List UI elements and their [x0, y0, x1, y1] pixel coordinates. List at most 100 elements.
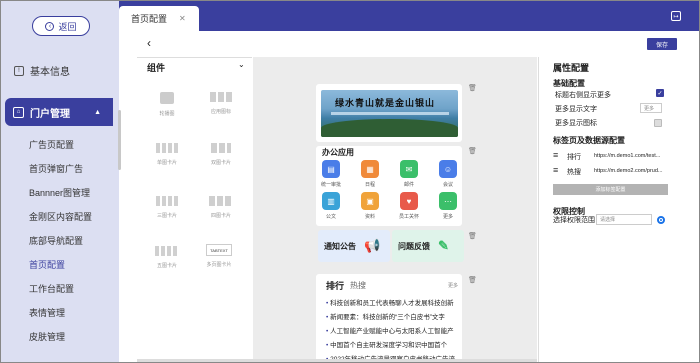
- sidebar-subitem[interactable]: 工作台配置: [29, 283, 92, 307]
- sidebar-scrollbar[interactable]: [118, 110, 121, 170]
- sidebar-subitem-active[interactable]: 首页配置: [29, 259, 92, 283]
- app-more[interactable]: ⋯ 更多: [433, 192, 463, 220]
- news-tab-hot[interactable]: 热搜: [350, 280, 366, 291]
- app-schedule[interactable]: ▦ 日程: [355, 160, 385, 188]
- tab2-name: 热搜: [567, 169, 581, 176]
- portal-icon: ⌂: [13, 106, 24, 118]
- component-app-icons[interactable]: 应用图标: [196, 92, 246, 115]
- banner-hill: [321, 119, 458, 137]
- basic-config-heading: 基础配置: [553, 79, 585, 88]
- app-approval[interactable]: ▤ 统一审批: [316, 160, 346, 188]
- news-item[interactable]: 科技创新和员工代表畅聊人才发展科技创新: [326, 297, 464, 307]
- news-item[interactable]: 新闻要素：科技创新的“三个白皮书”文字: [326, 311, 464, 321]
- card-icon: [155, 246, 179, 256]
- sidebar-subnav: 广告页配置 首页弹窗广告 Bannner图管理 金刚区内容配置 底部导航配置 首…: [29, 139, 92, 355]
- drag-handle-icon[interactable]: ≡: [553, 150, 558, 160]
- component-label: 多页图卡片: [206, 262, 232, 268]
- component-five-card[interactable]: 五图卡片: [142, 246, 192, 269]
- add-tab-button[interactable]: 添加标签配置: [553, 184, 668, 195]
- sidebar-subitem[interactable]: 广告页配置: [29, 139, 92, 163]
- app-label: 邮件: [403, 182, 414, 188]
- trash-icon[interactable]: 🗑: [468, 276, 477, 284]
- sidebar-item-basic-info[interactable]: ! 基本信息: [14, 63, 70, 78]
- news-tab-rank[interactable]: 排行: [326, 279, 344, 292]
- tab-label: 首页配置: [131, 14, 168, 24]
- component-multipage-card[interactable]: TABTEXT 多页图卡片: [194, 244, 244, 268]
- news-more-link[interactable]: 更多: [448, 282, 458, 289]
- app-files[interactable]: ▣ 资料: [355, 192, 385, 220]
- notice-label: 通知公告: [324, 241, 356, 251]
- sidebar-item-label: 基本信息: [30, 67, 70, 78]
- trash-icon[interactable]: 🗑: [468, 84, 477, 92]
- component-triple-card[interactable]: 三图卡片: [142, 196, 192, 219]
- component-label: 五图卡片: [156, 263, 177, 269]
- chevron-left-icon[interactable]: ‹: [147, 36, 151, 50]
- sidebar-item-portal[interactable]: ⌂ 门户管理 ▲: [5, 98, 113, 126]
- sidebar-item-label: 门户管理: [30, 108, 70, 120]
- card-icon: [156, 196, 178, 206]
- component-label: 双图卡片: [210, 160, 231, 166]
- tab-home-config[interactable]: 首页配置 ✕: [119, 6, 199, 31]
- logout-icon[interactable]: ↦: [671, 11, 681, 21]
- sidebar-subitem[interactable]: 皮肤管理: [29, 331, 92, 355]
- properties-title: 属性配置: [553, 63, 590, 73]
- more-text-input[interactable]: 更多: [640, 103, 662, 113]
- sidebar-subitem[interactable]: Bannner图管理: [29, 187, 92, 211]
- feedback-label: 问题反馈: [398, 241, 430, 251]
- more-icon-picker[interactable]: [654, 119, 662, 127]
- app-label: 公文: [325, 214, 336, 220]
- top-bar: 首页配置 ✕ ↦: [119, 1, 699, 31]
- more-icon-label: 更多显示图标: [555, 120, 597, 127]
- component-label: 三图卡片: [156, 213, 177, 219]
- sidebar-subitem[interactable]: 表情管理: [29, 307, 92, 331]
- component-label: 应用图标: [210, 109, 231, 115]
- show-more-checkbox[interactable]: ✓: [656, 89, 664, 97]
- mail-icon: ✉: [400, 160, 418, 178]
- chevron-down-icon[interactable]: ⌄: [238, 60, 245, 69]
- components-title: 组件: [147, 63, 166, 73]
- app-meeting[interactable]: ☺ 会议: [433, 160, 463, 188]
- more-text-label: 更多显示文字: [555, 106, 597, 113]
- feedback-card[interactable]: 问题反馈 ✎: [392, 230, 464, 262]
- horizontal-scrollbar[interactable]: [137, 359, 537, 362]
- tab2-url: https://m.demo2.com/prud...: [594, 168, 663, 174]
- component-single-card[interactable]: 单图卡片: [142, 143, 192, 166]
- component-carousel[interactable]: 轮播图: [142, 92, 192, 117]
- trash-icon[interactable]: 🗑: [468, 147, 477, 155]
- scope-label: 选择权限范围: [553, 217, 595, 224]
- app-label: 统一审批: [320, 182, 341, 188]
- scope-select[interactable]: 请选择: [596, 214, 652, 225]
- card-icon: [211, 143, 231, 153]
- sidebar-subitem[interactable]: 首页弹窗广告: [29, 163, 92, 187]
- card-icon: [209, 196, 233, 206]
- sidebar-subitem[interactable]: 金刚区内容配置: [29, 211, 92, 235]
- news-item[interactable]: 中国首个自主研发深度学习和识中国首个: [326, 339, 464, 349]
- component-label: 轮播图: [159, 111, 175, 117]
- app-care[interactable]: ♥ 员工关怀: [394, 192, 424, 220]
- save-button[interactable]: 保存: [647, 38, 677, 50]
- close-icon[interactable]: ✕: [179, 14, 186, 23]
- component-double-card[interactable]: 双图卡片: [196, 143, 246, 166]
- component-quad-card[interactable]: 四图卡片: [196, 196, 246, 219]
- show-more-label: 标题右侧显示更多: [555, 92, 611, 99]
- sidebar-subitem[interactable]: 底部导航配置: [29, 235, 92, 259]
- approval-icon: ▤: [322, 160, 340, 178]
- news-item[interactable]: 人工智能产业赋能中心与太阳系人工智能产: [326, 325, 464, 335]
- chevron-up-icon: ▲: [94, 108, 101, 116]
- app-document[interactable]: ▥ 公文: [316, 192, 346, 220]
- drag-handle-icon[interactable]: ≡: [553, 165, 558, 175]
- image-icon: [160, 92, 174, 104]
- notice-card[interactable]: 通知公告 📢: [318, 230, 390, 262]
- folder-icon: ▣: [361, 192, 379, 210]
- document-icon: ▥: [322, 192, 340, 210]
- tab1-name: 排行: [567, 154, 581, 161]
- component-label: 四图卡片: [210, 213, 231, 219]
- trash-icon[interactable]: 🗑: [468, 232, 477, 240]
- info-icon: !: [14, 65, 24, 76]
- card-icon: [156, 143, 178, 153]
- app-label: 会议: [442, 182, 453, 188]
- scope-radio[interactable]: [657, 216, 665, 224]
- app-mail[interactable]: ✉ 邮件: [394, 160, 424, 188]
- meeting-icon: ☺: [439, 160, 457, 178]
- back-button[interactable]: ‹ 返回: [32, 16, 90, 36]
